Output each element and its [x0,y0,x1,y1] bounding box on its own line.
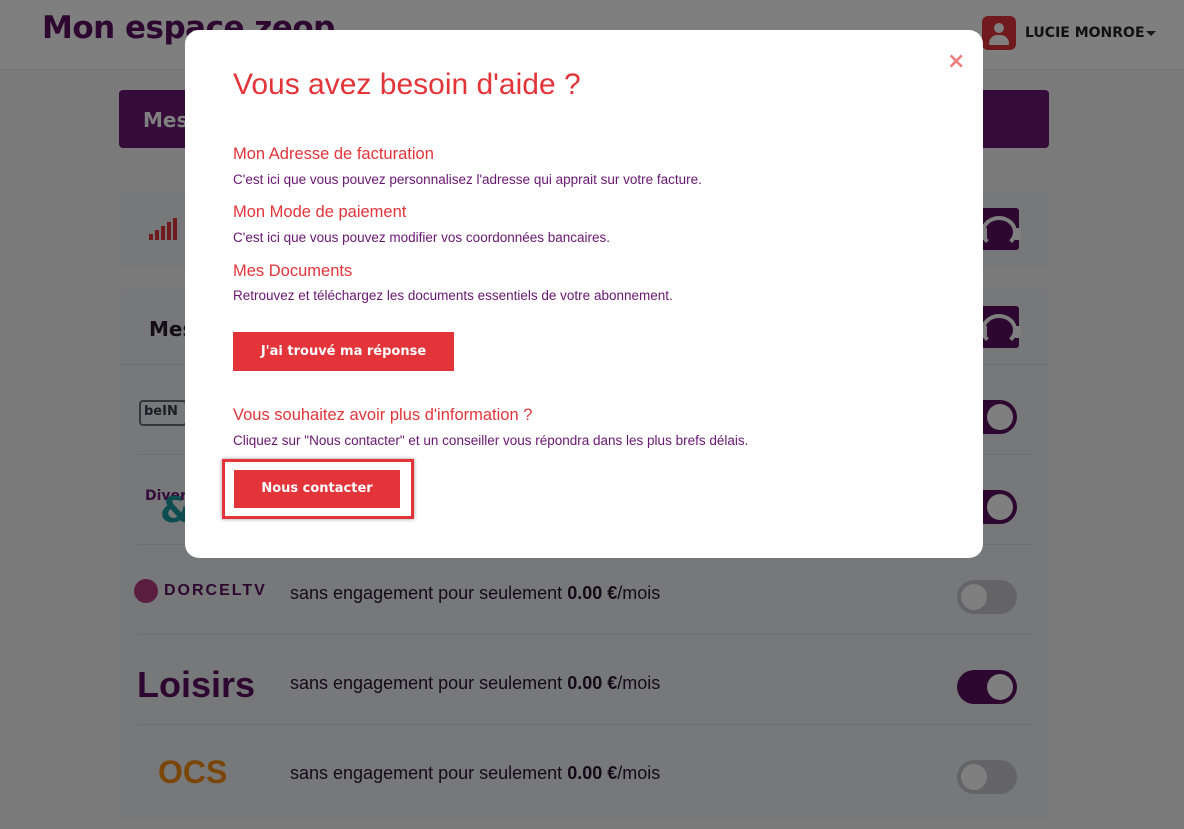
modal-title: Vous avez besoin d'aide ? [233,68,581,101]
more-info-title: Vous souhaitez avoir plus d'information … [233,406,533,424]
help-link-payment-method[interactable]: Mon Mode de paiement [233,203,406,222]
found-answer-button[interactable]: J'ai trouvé ma réponse [233,332,454,371]
help-link-documents[interactable]: Mes Documents [233,262,352,281]
contact-us-button[interactable]: Nous contacter [234,470,400,508]
help-link-billing-address[interactable]: Mon Adresse de facturation [233,145,434,164]
help-desc-billing-address: C'est ici que vous pouvez personnalisez … [233,172,702,187]
more-info-desc: Cliquez sur "Nous contacter" et un conse… [233,433,749,448]
close-icon[interactable]: × [947,51,965,73]
help-desc-documents: Retrouvez et téléchargez les documents e… [233,288,673,303]
help-desc-payment-method: C'est ici que vous pouvez modifier vos c… [233,230,611,245]
